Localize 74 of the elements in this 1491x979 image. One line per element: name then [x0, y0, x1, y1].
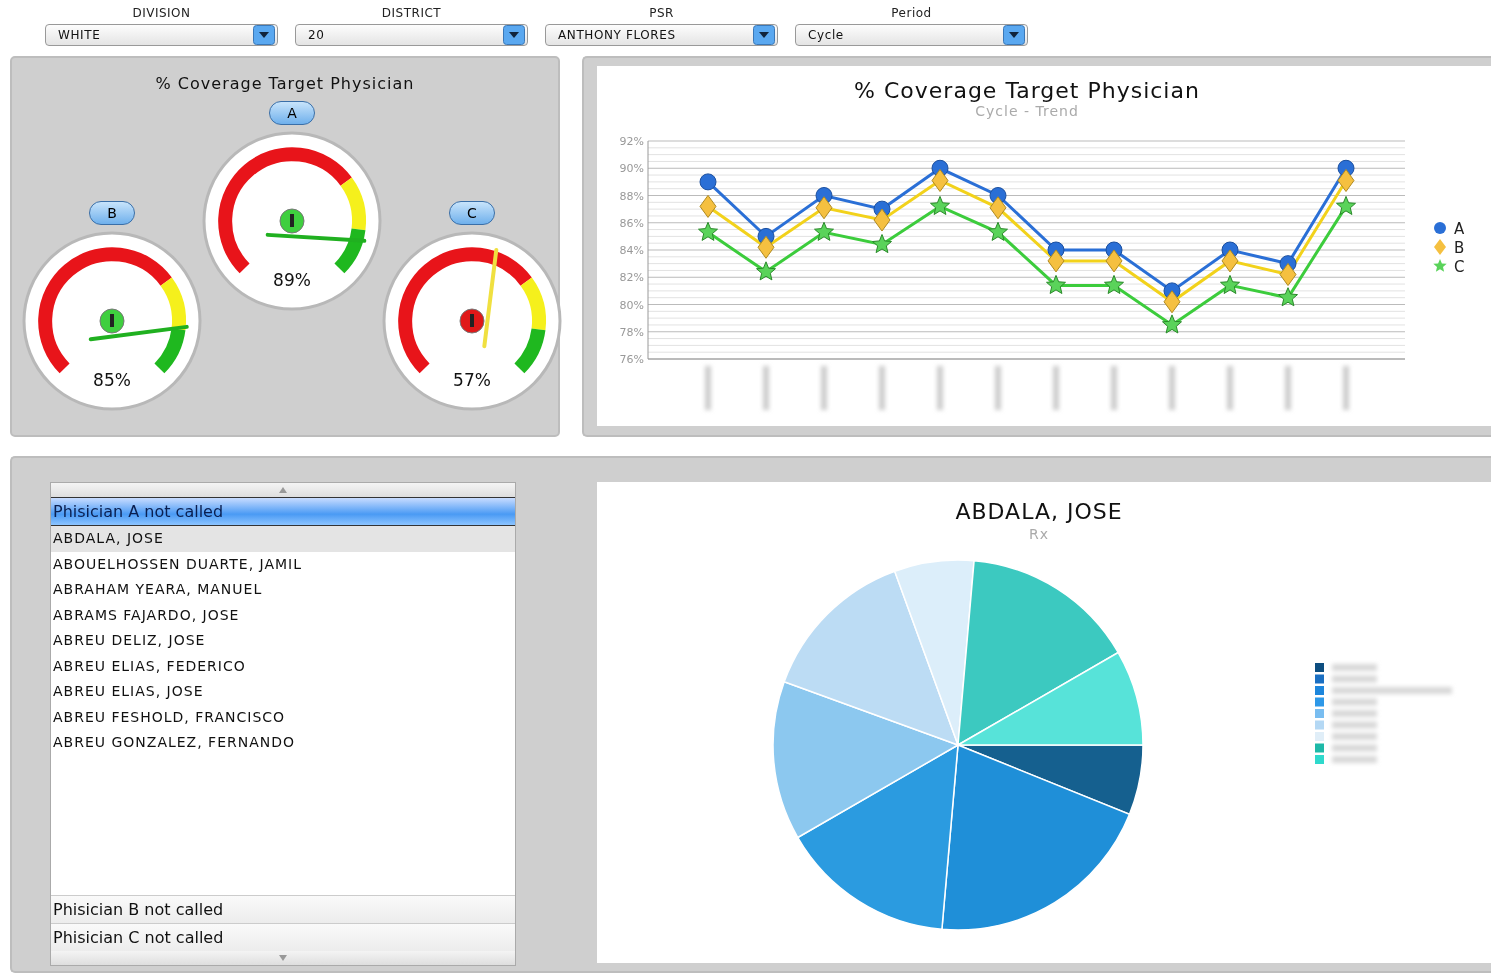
gauge-reading: 89% [273, 270, 311, 290]
list-item[interactable]: ABRAHAM YEARA, MANUEL [51, 577, 515, 603]
chart-subtitle: Rx [1029, 526, 1049, 542]
data-point [872, 234, 892, 254]
data-point [873, 208, 891, 232]
gauge-hub [279, 208, 305, 234]
list-item[interactable]: ABREU GONZALEZ, FERNANDO [51, 730, 515, 756]
y-tick-label: 90% [619, 162, 644, 176]
filter-label: Period [891, 6, 932, 20]
section-header[interactable]: Phisician C not called [51, 923, 515, 951]
filter-label: DIVISION [132, 6, 191, 20]
chart-title: ABDALA, JOSE [955, 499, 1123, 524]
gauge-hub [99, 308, 125, 334]
list-item[interactable]: ABREU ELIAS, FEDERICO [51, 653, 515, 679]
legend-marker-icon [1433, 259, 1447, 272]
panel-title: % Coverage Target Physician [155, 74, 415, 93]
filter-label: DISTRICT [381, 6, 442, 20]
data-point [1046, 274, 1066, 294]
y-tick-label: 82% [619, 271, 644, 285]
data-point [989, 196, 1007, 220]
y-tick-label: 86% [619, 216, 644, 230]
gauge-label-button[interactable]: C [449, 201, 495, 225]
data-point [1163, 290, 1181, 314]
gauge-label-button[interactable]: B [89, 201, 135, 225]
list-item[interactable]: ABOUELHOSSEN DUARTE, JAMIL [51, 551, 515, 577]
gauge-hub [459, 308, 485, 334]
dropdown[interactable]: 20 [295, 24, 528, 46]
list-item[interactable]: ABREU DELIZ, JOSE [51, 628, 515, 654]
dropdown[interactable]: ANTHONY FLORES [545, 24, 778, 46]
section-header[interactable]: Phisician B not called [51, 895, 515, 923]
data-point [756, 261, 776, 281]
section-header[interactable]: Phisician A not called [51, 497, 515, 526]
legend-label: B [1454, 239, 1465, 257]
dropdown[interactable]: WHITE [45, 24, 278, 46]
data-point [814, 221, 834, 241]
data-point [1336, 195, 1356, 215]
list-item[interactable]: ABREU ELIAS, JOSE [51, 679, 515, 705]
data-point [699, 194, 717, 218]
y-tick-label: 84% [619, 244, 644, 257]
data-point [1221, 249, 1239, 273]
data-point [1104, 274, 1124, 294]
gauge-reading: 85% [93, 370, 131, 390]
y-tick-label: 80% [619, 298, 644, 312]
data-point [757, 235, 775, 259]
y-tick-label: 88% [619, 189, 644, 203]
chart-title: % Coverage Target Physician [854, 78, 1200, 103]
legend-label: A [1454, 220, 1465, 238]
gauge-label-button[interactable]: A [269, 101, 315, 125]
legend-marker-icon [1434, 222, 1446, 234]
legend-marker-icon [1434, 239, 1446, 255]
list-item[interactable]: ABDALA, JOSE [51, 526, 515, 552]
data-point [1337, 169, 1355, 192]
list-item[interactable]: ABRAMS FAJARDO, JOSE [51, 602, 515, 628]
y-tick-label: 92% [619, 135, 644, 148]
data-point [1220, 274, 1240, 294]
filter-label: PSR [649, 6, 674, 20]
data-point [1047, 249, 1065, 273]
legend-label: C [1454, 258, 1465, 276]
data-point [1162, 314, 1182, 334]
data-point [1279, 263, 1297, 286]
data-point [815, 196, 833, 220]
data-point [931, 169, 949, 192]
data-point [1278, 287, 1298, 307]
chart-subtitle: Cycle - Trend [975, 103, 1079, 119]
gauge-reading: 57% [453, 370, 491, 390]
data-point [698, 221, 718, 241]
y-tick-label: 78% [619, 325, 644, 339]
data-point [1105, 249, 1123, 273]
data-point [988, 221, 1008, 241]
data-point [699, 173, 717, 191]
dropdown[interactable]: Cycle [795, 24, 1028, 46]
y-tick-label: 76% [619, 353, 644, 366]
data-point [930, 195, 950, 215]
list-item[interactable]: ABREU FESHOLD, FRANCISCO [51, 704, 515, 730]
